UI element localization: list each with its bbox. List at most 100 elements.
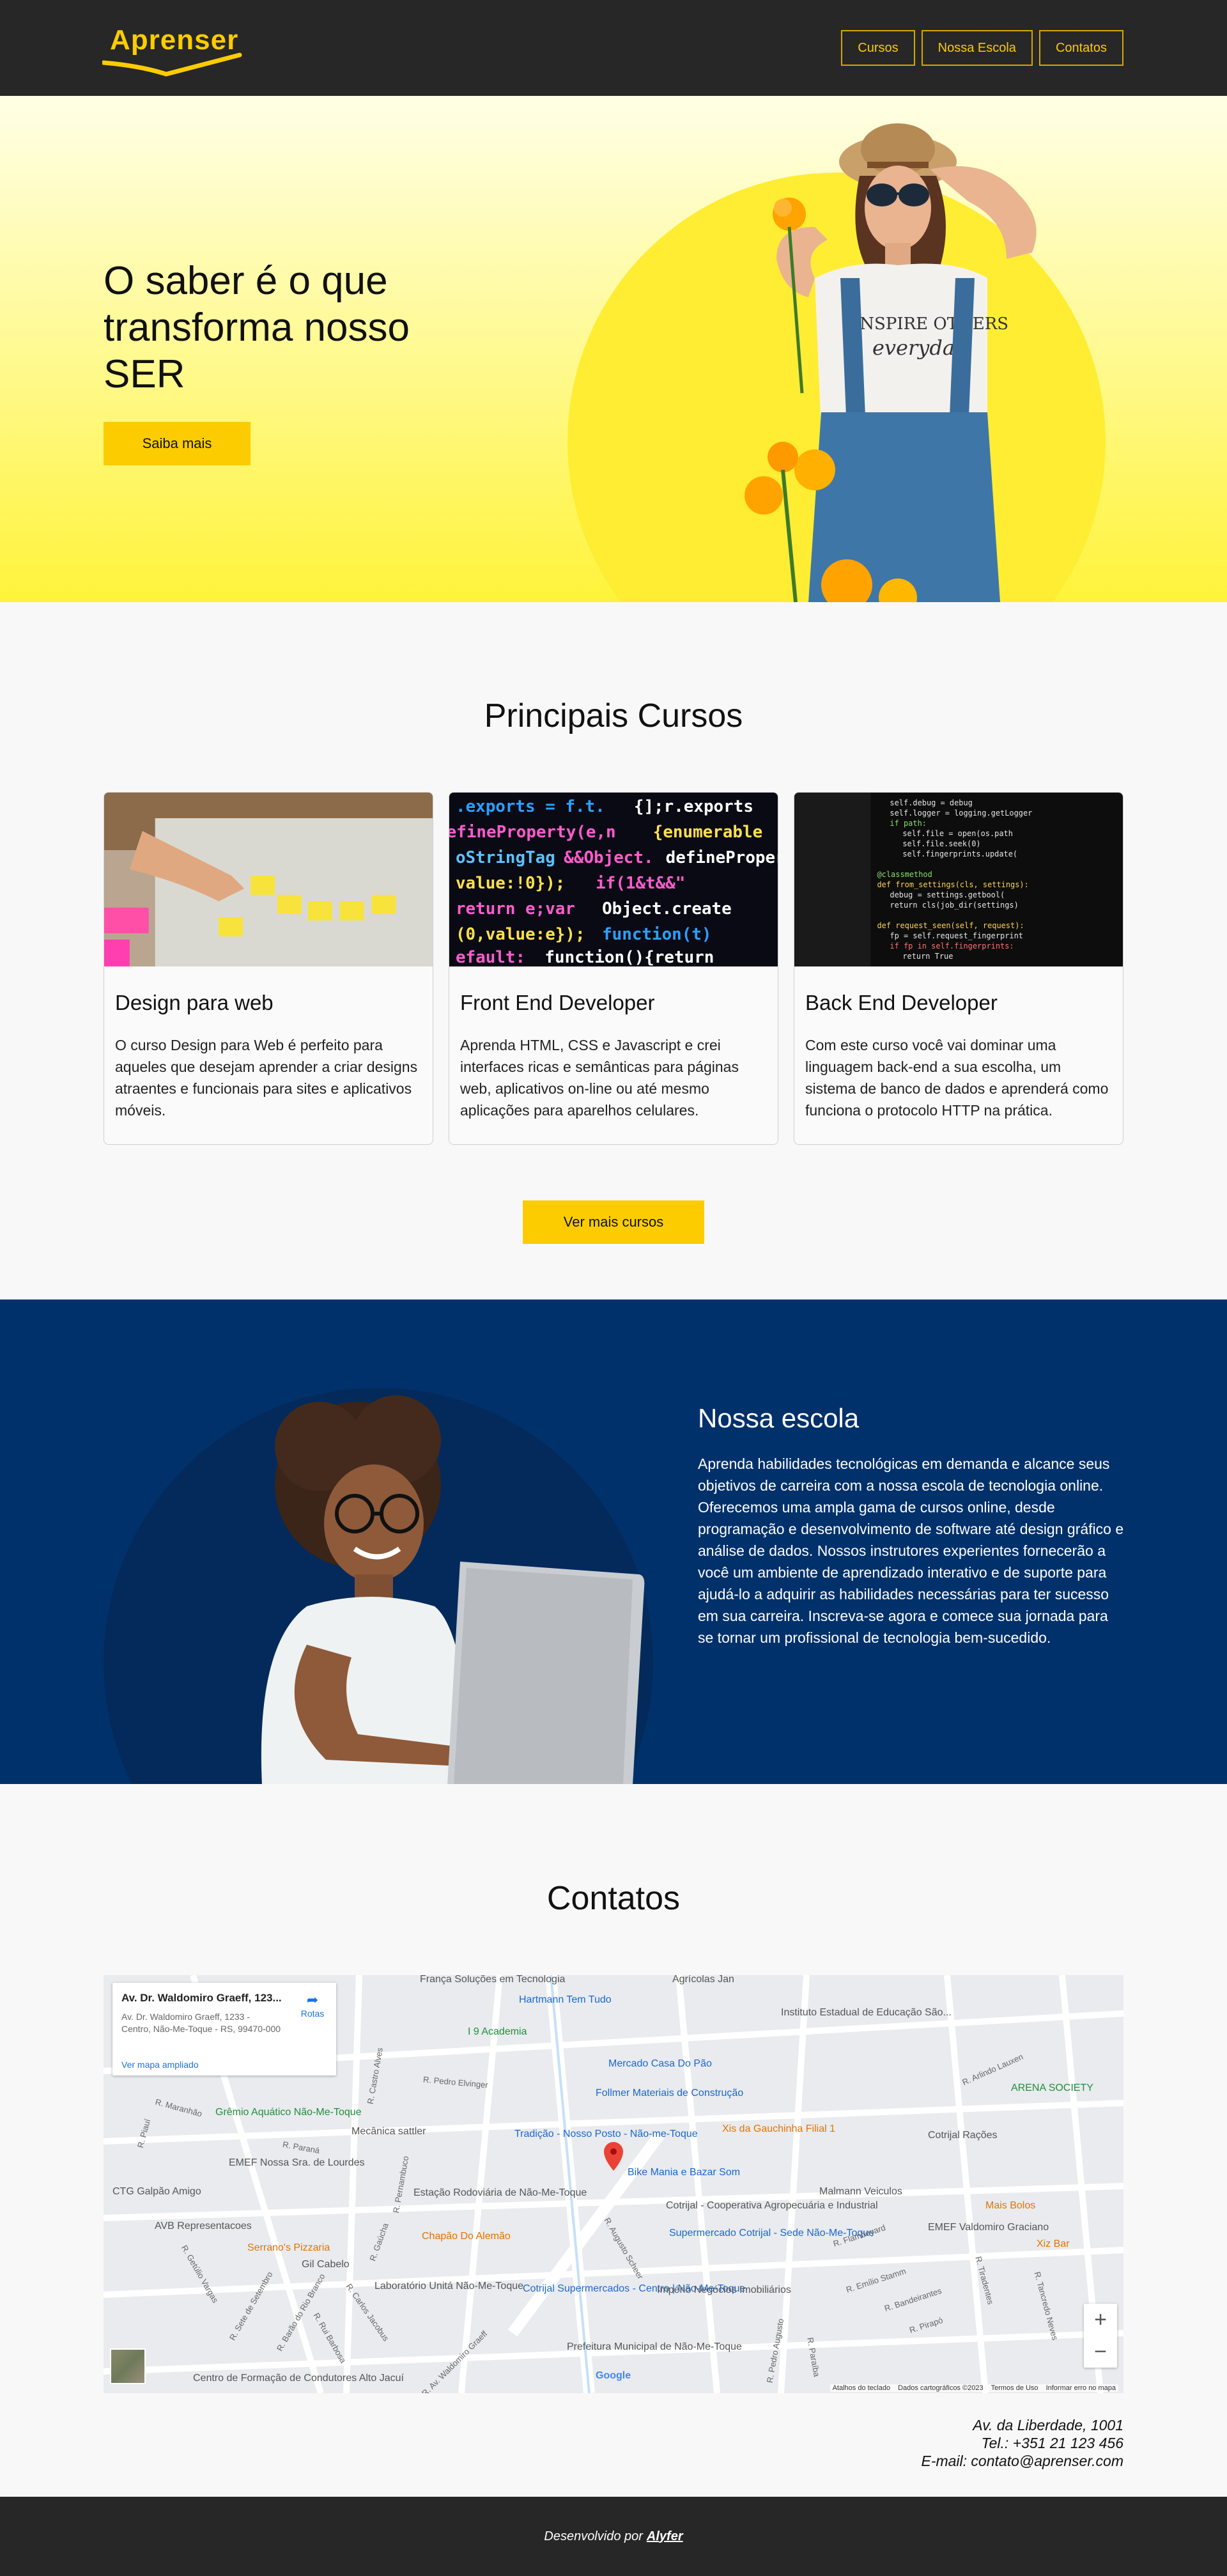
svg-text:def from_settings(cls, setting: def from_settings(cls, settings): bbox=[877, 880, 1028, 889]
svg-text:function(){return: function(){return bbox=[544, 948, 714, 966]
hero-woman-image: INSPIRE OTHERS everyday bbox=[745, 123, 1037, 602]
map-place-label[interactable]: Serrano's Pizzaria bbox=[247, 2242, 330, 2254]
map-place-label[interactable]: Tradição - Nosso Posto - Não-me-Toque bbox=[514, 2129, 698, 2140]
map-place-label[interactable]: CTG Galpão Amigo bbox=[112, 2186, 201, 2198]
map-place-label[interactable]: Chapão Do Alemão bbox=[422, 2231, 511, 2242]
ver-mais-cursos-button[interactable]: Ver mais cursos bbox=[523, 1200, 704, 1244]
map-report-link[interactable]: Informar erro no mapa bbox=[1046, 2384, 1116, 2392]
map-place-label[interactable]: Xis da Gauchinha Filial 1 bbox=[722, 2123, 835, 2135]
svg-text:value:!0});: value:!0}); bbox=[456, 874, 565, 893]
course-title: Back End Developer bbox=[805, 991, 998, 1014]
svg-text:debug = settings.getbool(: debug = settings.getbool( bbox=[890, 890, 1005, 899]
contact-email: E-mail: contato@aprenser.com bbox=[921, 2453, 1123, 2469]
map-place-label[interactable]: I 9 Academia bbox=[468, 2026, 527, 2038]
zoom-out-button[interactable]: − bbox=[1084, 2336, 1117, 2368]
contact-info: Av. da Liberdade, 1001 Tel.: +351 21 123… bbox=[921, 2416, 1123, 2470]
svg-text:Object.create: Object.create bbox=[602, 899, 732, 919]
svg-text:@classmethod: @classmethod bbox=[877, 870, 932, 879]
course-image-frontend: .exports = f.t. {];r.exports defineProper… bbox=[449, 793, 778, 966]
nav-contatos[interactable]: Contatos bbox=[1038, 30, 1123, 66]
course-card-design[interactable]: Design para web O curso Design para Web … bbox=[104, 792, 433, 1145]
map-place-card: Av. Dr. Waldomiro Graeff, 123... Av. Dr.… bbox=[112, 1983, 336, 2076]
map-place-label[interactable]: França Soluções em Tecnologia bbox=[420, 1975, 565, 1985]
main-nav: Cursos Nossa Escola Contatos bbox=[841, 30, 1123, 66]
course-card-frontend[interactable]: .exports = f.t. {];r.exports defineProper… bbox=[449, 792, 778, 1145]
svg-text:self.file.seek(0): self.file.seek(0) bbox=[902, 839, 980, 848]
map-place-label[interactable]: Follmer Materiais de Construção bbox=[596, 2088, 743, 2099]
svg-text:function(t): function(t) bbox=[602, 925, 711, 944]
svg-text:defineProperty: defineProperty bbox=[666, 848, 778, 867]
nav-cursos[interactable]: Cursos bbox=[841, 30, 915, 66]
logo[interactable]: Aprenser bbox=[102, 24, 244, 82]
map-place-label[interactable]: Instituto Estadual de Educação São... bbox=[781, 2007, 952, 2019]
svg-text:self.debug = debug: self.debug = debug bbox=[890, 798, 972, 807]
shirt-text: INSPIRE OTHERS bbox=[853, 314, 1008, 334]
map-place-label[interactable]: AVB Representacoes bbox=[155, 2221, 252, 2232]
course-description: O curso Design para Web é perfeito para … bbox=[115, 1037, 418, 1119]
site-footer: Desenvolvido por Alyfer bbox=[0, 2497, 1227, 2576]
course-description: Com este curso você vai dominar uma ling… bbox=[805, 1037, 1109, 1119]
svg-text:if(1&t&&": if(1&t&&" bbox=[596, 874, 685, 893]
saiba-mais-button[interactable]: Saiba mais bbox=[104, 422, 251, 465]
course-card-backend[interactable]: self.debug = debug self.logger = logging… bbox=[794, 792, 1123, 1145]
map-place-label[interactable]: Mercado Casa Do Pão bbox=[608, 2058, 712, 2070]
map-place-label[interactable]: Hartmann Tem Tudo bbox=[519, 1994, 612, 2006]
svg-text:return cls(job_dir(settings): return cls(job_dir(settings) bbox=[890, 901, 1018, 910]
map-place-name: Av. Dr. Waldomiro Graeff, 123... bbox=[121, 1992, 282, 2004]
map-place-label[interactable]: Bike Mania e Bazar Som bbox=[628, 2167, 740, 2178]
course-image-design bbox=[104, 793, 433, 966]
map-place-label[interactable]: Malmann Veiculos bbox=[819, 2186, 902, 2198]
site-header: Aprenser Cursos Nossa Escola Contatos bbox=[0, 0, 1227, 96]
svg-text:if path:: if path: bbox=[890, 819, 927, 828]
google-map[interactable]: Av. Dr. Waldomiro Graeff, 123... Av. Dr.… bbox=[104, 1975, 1123, 2393]
nav-nossa-escola[interactable]: Nossa Escola bbox=[921, 30, 1033, 66]
map-place-label[interactable]: Laboratório Unitá Não-Me-Toque bbox=[374, 2281, 523, 2292]
svg-text:return True: return True bbox=[902, 952, 953, 961]
svg-text:.exports = f.t.: .exports = f.t. bbox=[456, 797, 605, 816]
map-place-label[interactable]: EMEF Valdomiro Graciano bbox=[928, 2222, 1049, 2233]
map-place-label[interactable]: Cotrijal - Cooperativa Agropecuária e In… bbox=[666, 2200, 878, 2212]
logo-swoosh-icon bbox=[102, 52, 242, 77]
svg-text:{];r.exports: {];r.exports bbox=[634, 797, 753, 816]
map-place-label[interactable]: Prefeitura Municipal de Não-Me-Toque bbox=[567, 2341, 742, 2353]
map-place-label[interactable]: Agrícolas Jan bbox=[672, 1975, 734, 1985]
map-place-label[interactable]: Estação Rodoviária de Não-Me-Toque bbox=[413, 2187, 587, 2199]
directions-icon: ➦ bbox=[306, 1992, 319, 2008]
map-place-label[interactable]: Mais Bolos bbox=[985, 2200, 1035, 2212]
map-terms-link[interactable]: Termos de Uso bbox=[991, 2384, 1038, 2392]
map-expand-link[interactable]: Ver mapa ampliado bbox=[121, 2060, 199, 2070]
google-logo: Google bbox=[596, 2370, 631, 2381]
map-place-label[interactable]: Grêmio Aquático Não-Me-Toque bbox=[215, 2107, 362, 2118]
course-title: Design para web bbox=[115, 991, 274, 1014]
map-place-label[interactable]: EMEF Nossa Sra. de Lourdes bbox=[229, 2157, 365, 2169]
map-place-label[interactable]: Centro de Formação de Condutores Alto Ja… bbox=[193, 2373, 404, 2384]
svg-text:defineProperty(e,n: defineProperty(e,n bbox=[449, 823, 616, 842]
hero-section: O saber é o que transforma nosso SER Sai… bbox=[0, 96, 1227, 602]
svg-text:oStringTag: oStringTag bbox=[456, 848, 555, 867]
course-title: Front End Developer bbox=[460, 991, 655, 1014]
map-place-label[interactable]: Mecânica sattler bbox=[351, 2126, 426, 2138]
map-zoom-controls: + − bbox=[1084, 2304, 1117, 2368]
satellite-toggle[interactable] bbox=[110, 2348, 146, 2384]
contacts-title: Contatos bbox=[546, 1880, 681, 1917]
map-shortcuts-link[interactable]: Atalhos do teclado bbox=[833, 2384, 891, 2392]
course-description: Aprenda HTML, CSS e Javascript e crei in… bbox=[460, 1037, 739, 1119]
hero-title: O saber é o que transforma nosso SER bbox=[104, 259, 410, 396]
svg-text:&&Object.: &&Object. bbox=[564, 848, 653, 867]
svg-text:def request_seen(self, request: def request_seen(self, request): bbox=[877, 921, 1024, 930]
map-place-label[interactable]: Império Negócios Imobiliários bbox=[657, 2285, 791, 2296]
school-section: Nossa escola Aprenda habilidades tecnoló… bbox=[0, 1300, 1227, 1784]
map-place-label[interactable]: Gil Cabelo bbox=[302, 2259, 350, 2270]
zoom-in-button[interactable]: + bbox=[1084, 2304, 1117, 2336]
footer-author-link[interactable]: Alyfer bbox=[647, 2529, 683, 2544]
course-image-backend: self.debug = debug self.logger = logging… bbox=[794, 793, 1123, 966]
map-place-label[interactable]: ARENA SOCIETY bbox=[1011, 2083, 1093, 2094]
school-title: Nossa escola bbox=[698, 1403, 860, 1433]
svg-text:fp = self.request_fingerprint: fp = self.request_fingerprint bbox=[890, 931, 1023, 940]
map-route-button[interactable]: ➦ Rotas bbox=[297, 1992, 328, 2019]
route-label: Rotas bbox=[300, 2008, 325, 2019]
svg-text:{enumerable: {enumerable bbox=[653, 823, 762, 842]
svg-text:if fp in self.fingerprints:: if fp in self.fingerprints: bbox=[890, 942, 1014, 950]
map-place-label[interactable]: Cotrijal Rações bbox=[928, 2130, 997, 2141]
map-place-label[interactable]: Xiz Bar bbox=[1037, 2238, 1070, 2250]
